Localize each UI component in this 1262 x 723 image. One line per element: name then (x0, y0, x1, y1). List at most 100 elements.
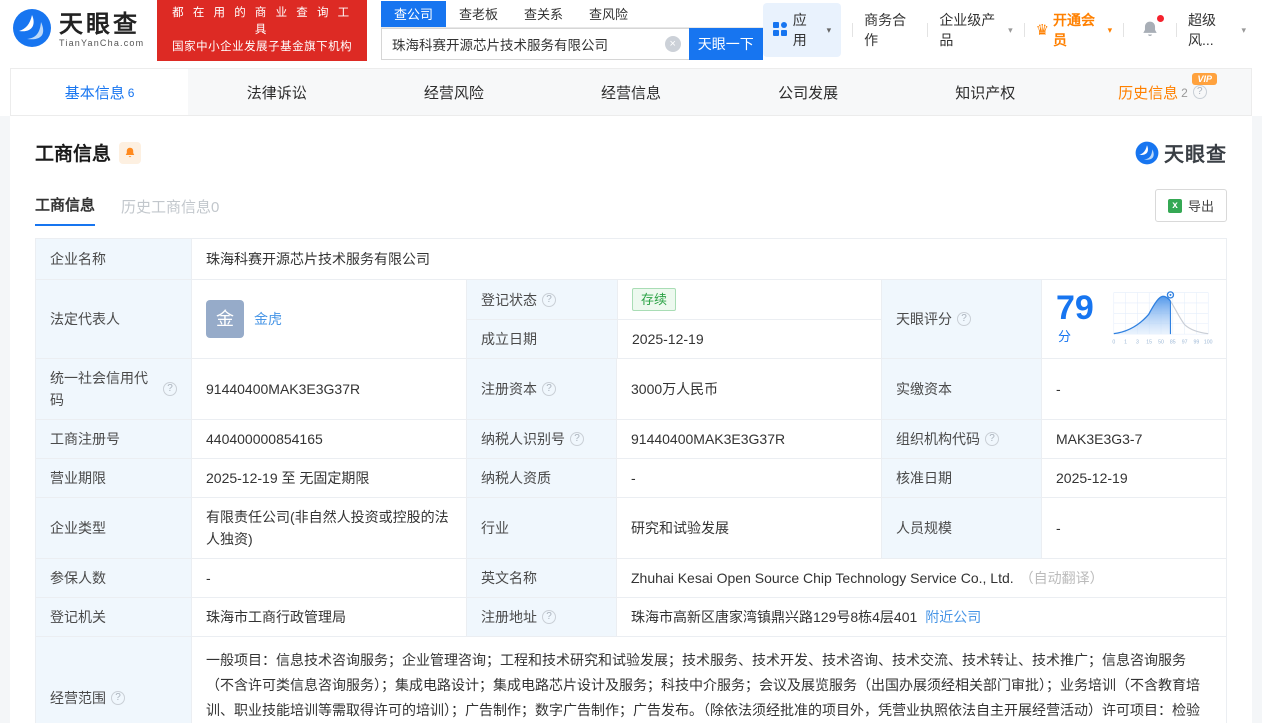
org-code-label-text: 组织机构代码 (896, 431, 980, 447)
tianyancha-watermark-text: 天眼查 (1164, 144, 1227, 166)
clear-search-icon[interactable] (664, 35, 681, 52)
tab-operation-risk[interactable]: 经营风险 (365, 69, 542, 115)
score-value: 79分 0 1 3 15 50 85 97 99 100 (1041, 280, 1226, 358)
subtab-business-info[interactable]: 工商信息 (35, 194, 96, 226)
table-row: 法定代表人 金 金虎 登记状态 存续 成立日期 2025-12-19 天眼评分 (36, 279, 1226, 358)
tianyancha-watermark-icon (1135, 141, 1159, 164)
enterprise-products-menu[interactable]: 企业级产品 (939, 10, 1012, 50)
tianyancha-logo[interactable]: 天眼查 TianYanCha.com (12, 8, 144, 53)
credit-code-value: 91440400MAK3E3G37R (191, 359, 466, 419)
divider (852, 23, 854, 37)
apps-grid-icon (772, 21, 787, 39)
tab-legal-litigation[interactable]: 法律诉讼 (188, 69, 365, 115)
svg-text:3: 3 (1136, 340, 1139, 346)
legal-rep-link[interactable]: 金虎 (254, 308, 282, 330)
top-menu: 应用 商务合作 企业级产品 开通会员 超级风... (762, 3, 1246, 57)
help-icon[interactable] (570, 432, 584, 446)
help-icon[interactable] (111, 691, 125, 705)
apps-menu[interactable]: 应用 (762, 3, 842, 57)
company-type-value: 有限责任公司(非自然人投资或控股的法人独资) (191, 498, 466, 558)
svg-text:50: 50 (1158, 340, 1164, 346)
search-tab-risk[interactable]: 查风险 (576, 1, 641, 27)
business-info-table: 企业名称 珠海科赛开源芯片技术服务有限公司 法定代表人 金 金虎 登记状态 存续… (35, 238, 1227, 723)
tab-operation-risk-label: 经营风险 (423, 84, 484, 102)
search-tab-company[interactable]: 查公司 (380, 0, 446, 27)
help-icon[interactable] (985, 432, 999, 446)
legal-rep-value: 金 金虎 (191, 280, 466, 358)
tab-history-info-count: 2 (1181, 86, 1188, 100)
tab-company-development[interactable]: 公司发展 (720, 69, 897, 115)
staff-size-label: 人员规模 (881, 498, 1041, 558)
business-cooperation-link[interactable]: 商务合作 (864, 10, 916, 50)
help-icon[interactable] (542, 610, 556, 624)
divider (1176, 23, 1177, 37)
company-name-label: 企业名称 (36, 239, 191, 279)
help-icon[interactable] (542, 382, 556, 396)
search-tab-boss[interactable]: 查老板 (446, 1, 511, 27)
tab-legal-litigation-label: 法律诉讼 (246, 84, 307, 102)
auto-translate-note: （自动翻译） (1019, 570, 1104, 586)
open-vip-menu[interactable]: 开通会员 (1036, 10, 1113, 50)
reg-authority-value: 珠海市工商行政管理局 (191, 598, 466, 636)
tab-basic-info-label: 基本信息 (64, 84, 125, 102)
tianyancha-logo-icon (12, 8, 52, 53)
reg-address-value: 珠海市高新区唐家湾镇鼎兴路129号8栋4层401 附近公司 (616, 598, 1226, 636)
reg-capital-value: 3000万人民币 (616, 359, 881, 419)
staff-size-value: - (1041, 498, 1226, 558)
business-term-value: 2025-12-19 至 无固定期限 (191, 459, 466, 497)
notification-bell-button[interactable] (1139, 14, 1165, 43)
legal-rep-label: 法定代表人 (36, 280, 191, 358)
insured-count-label: 参保人数 (36, 559, 191, 597)
svg-text:100: 100 (1204, 340, 1213, 346)
export-button[interactable]: 导出 (1154, 189, 1227, 222)
score-unit: 分 (1058, 328, 1072, 344)
company-type-label: 企业类型 (36, 498, 191, 558)
svg-text:0: 0 (1113, 340, 1116, 346)
help-icon[interactable] (163, 382, 177, 396)
score-label: 天眼评分 (881, 280, 1041, 358)
tab-history-info-label: 历史信息 (1118, 84, 1179, 102)
taxpayer-id-label: 纳税人识别号 (466, 420, 616, 458)
tab-intellectual-property[interactable]: 知识产权 (897, 69, 1074, 115)
paid-capital-value: - (1041, 359, 1226, 419)
table-row: 参保人数 - 英文名称 Zhuhai Kesai Open Source Chi… (36, 558, 1226, 597)
approval-date-label: 核准日期 (881, 459, 1041, 497)
insured-count-value: - (191, 559, 466, 597)
search-tab-relation[interactable]: 查关系 (511, 1, 576, 27)
table-row: 工商注册号 440400000854165 纳税人识别号 91440400MAK… (36, 419, 1226, 458)
search-input[interactable] (380, 27, 689, 60)
avatar[interactable]: 金 (206, 300, 244, 338)
help-icon[interactable] (1192, 85, 1207, 99)
reg-address-text: 珠海市高新区唐家湾镇鼎兴路129号8栋4层401 (631, 609, 918, 625)
help-icon[interactable] (957, 312, 971, 326)
tab-intellectual-property-label: 知识产权 (955, 84, 1016, 102)
chevron-down-icon (1108, 25, 1113, 36)
tab-operation-info[interactable]: 经营信息 (542, 69, 719, 115)
english-name-text: Zhuhai Kesai Open Source Chip Technology… (631, 570, 1014, 586)
help-icon[interactable] (542, 292, 556, 307)
score-number: 79 (1056, 288, 1094, 327)
chevron-down-icon (1242, 25, 1247, 36)
establish-date-label: 成立日期 (467, 320, 617, 358)
vip-badge: VIP (1192, 73, 1217, 85)
super-risk-menu[interactable]: 超级风... (1188, 10, 1246, 50)
reg-authority-label: 登记机关 (36, 598, 191, 636)
tab-operation-info-label: 经营信息 (600, 84, 661, 102)
business-scope-label: 经营范围 (36, 637, 191, 723)
chevron-down-icon (827, 25, 832, 36)
taxpayer-id-label-text: 纳税人识别号 (481, 431, 565, 447)
tab-company-development-label: 公司发展 (778, 84, 839, 102)
nearby-companies-link[interactable]: 附近公司 (925, 606, 981, 628)
tab-history-info[interactable]: VIP 历史信息 2 (1074, 69, 1251, 115)
tab-basic-info[interactable]: 基本信息 6 (11, 69, 189, 115)
english-name-value: Zhuhai Kesai Open Source Chip Technology… (616, 559, 1226, 597)
subtab-history-business-info[interactable]: 历史工商信息0 (121, 196, 219, 226)
search-button[interactable]: 天眼一下 (688, 27, 763, 60)
search-area: 查公司 查老板 查关系 查风险 天眼一下 (380, 0, 763, 60)
subscribe-bell-button[interactable] (119, 141, 142, 164)
company-name-value: 珠海科赛开源芯片技术服务有限公司 (191, 239, 1226, 279)
table-row: 登记机关 珠海市工商行政管理局 注册地址 珠海市高新区唐家湾镇鼎兴路129号8栋… (36, 597, 1226, 636)
chevron-down-icon (1008, 25, 1013, 36)
divider (1123, 23, 1125, 37)
open-vip-label: 开通会员 (1053, 12, 1096, 48)
